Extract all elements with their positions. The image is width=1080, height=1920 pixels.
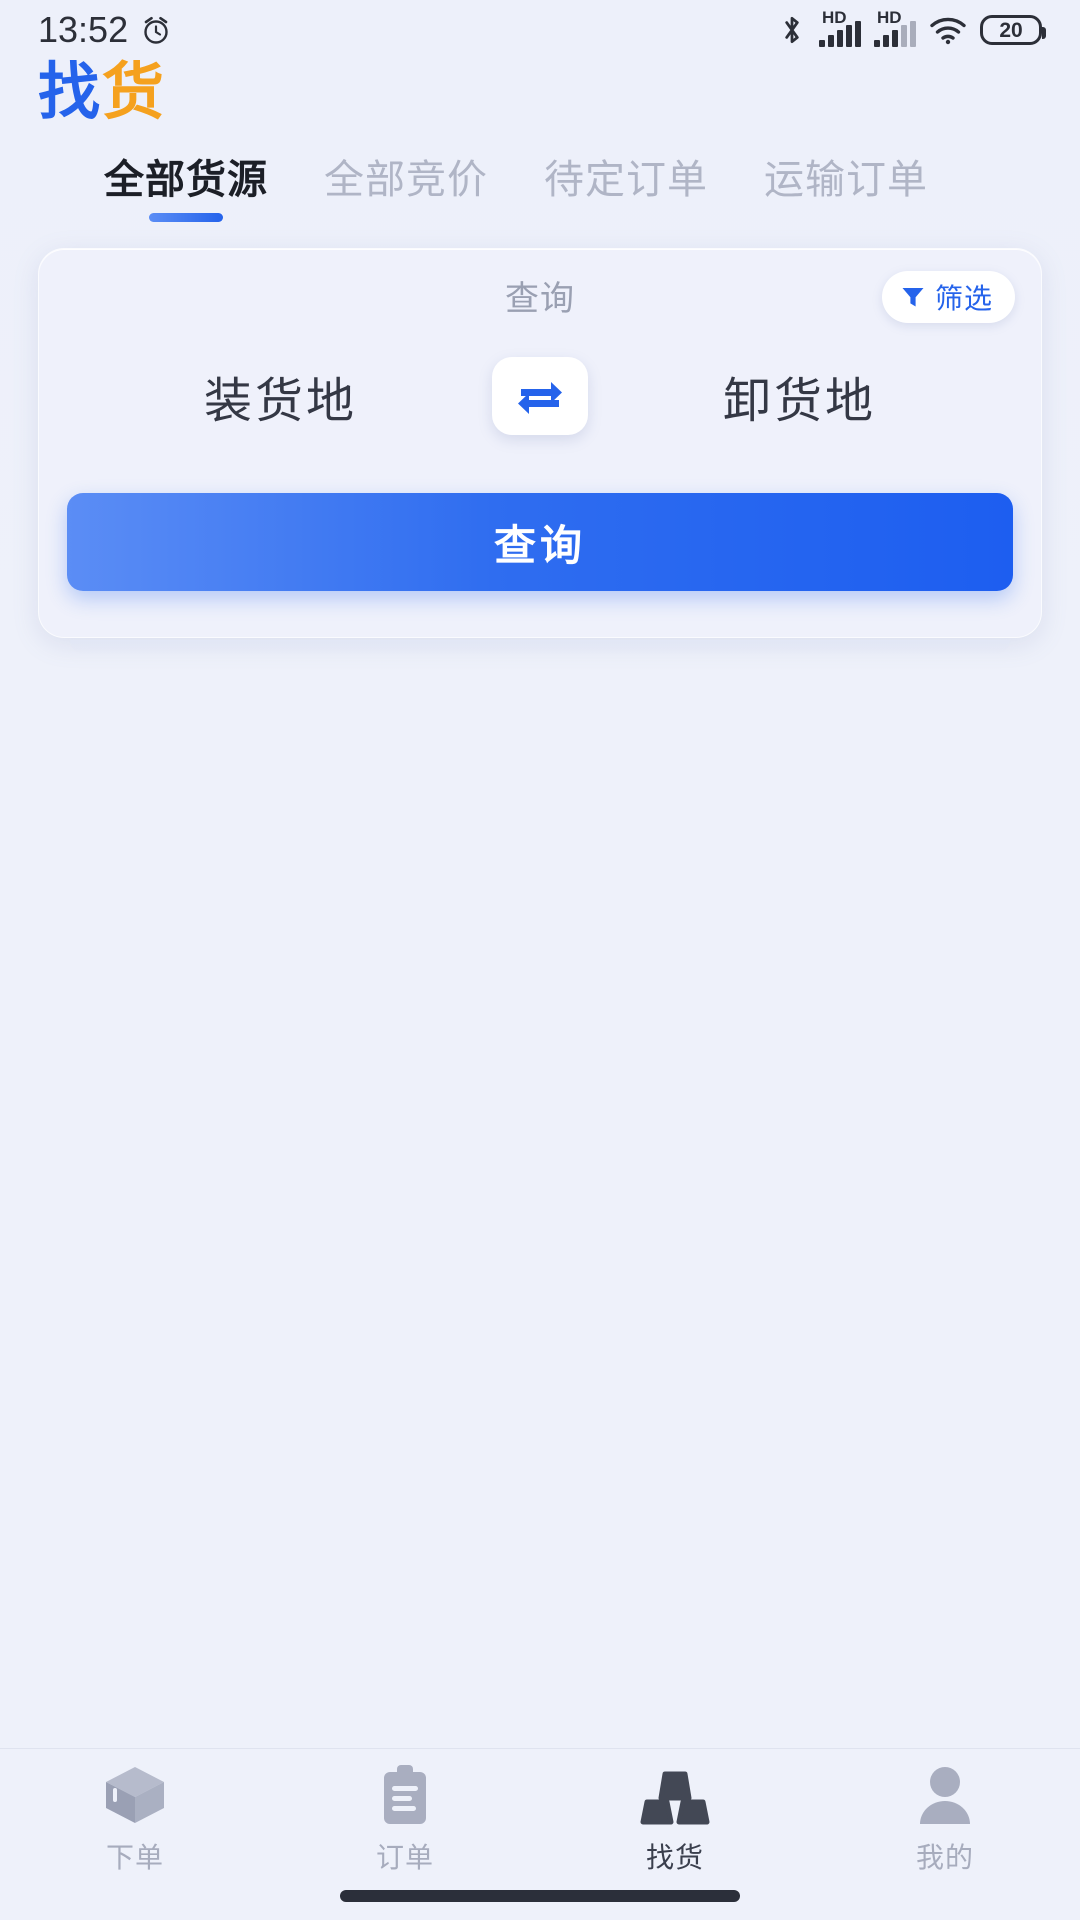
tab-all-bids[interactable]: 全部竞价 <box>316 160 496 200</box>
box-3d-icon <box>102 1764 168 1826</box>
search-card-title: 查询 <box>505 279 575 318</box>
tab-label: 全部竞价 <box>324 158 488 202</box>
tab-label: 待定订单 <box>544 158 708 202</box>
hd-label-sim2: HD <box>877 8 902 27</box>
battery-level-label: 20 <box>999 18 1023 42</box>
search-submit-button[interactable]: 查询 <box>67 493 1013 591</box>
signal-sim1: HD <box>819 9 861 47</box>
signal-sim2: HD <box>874 9 916 47</box>
bottom-nav-row: 下单 订单 找货 我的 <box>0 1749 1080 1881</box>
tab-transport-orders[interactable]: 运输订单 <box>756 160 936 200</box>
person-icon <box>915 1764 975 1826</box>
route-row: 装货地 卸货地 <box>39 341 1041 451</box>
tab-all-goods[interactable]: 全部货源 <box>96 158 276 222</box>
nav-item-profile[interactable]: 我的 <box>810 1749 1080 1881</box>
nav-item-label: 下单 <box>105 1842 164 1873</box>
nav-item-label: 我的 <box>915 1842 974 1873</box>
swap-arrows-icon <box>518 382 562 414</box>
alarm-clock-icon <box>144 16 168 44</box>
bottom-nav-bar: 下单 订单 找货 我的 <box>0 1748 1080 1920</box>
hd-label-sim1: HD <box>822 8 847 27</box>
search-card: 查询 筛选 装货地 卸货地 查询 <box>38 248 1042 638</box>
status-bar-left: 13:52 <box>38 9 172 51</box>
search-submit-label: 查询 <box>493 521 586 569</box>
cargo-stack-icon <box>637 1764 713 1826</box>
battery-icon: 20 <box>980 15 1046 45</box>
status-bar-right: HD HD 20 <box>778 9 1046 47</box>
filter-button-label: 筛选 <box>934 283 993 314</box>
app-logo-main: 找 <box>38 58 103 127</box>
home-indicator[interactable] <box>340 1890 740 1902</box>
search-card-header: 查询 筛选 <box>39 249 1041 341</box>
destination-input[interactable]: 卸货地 <box>588 361 1011 431</box>
swap-button[interactable] <box>492 357 588 435</box>
tab-active-indicator <box>149 213 223 222</box>
origin-input[interactable]: 装货地 <box>69 361 492 431</box>
nav-item-place-order[interactable]: 下单 <box>0 1749 270 1881</box>
tab-pending-orders[interactable]: 待定订单 <box>536 160 716 200</box>
bluetooth-icon <box>785 16 799 44</box>
tab-label: 运输订单 <box>764 158 928 202</box>
nav-item-label: 找货 <box>645 1842 704 1873</box>
tab-label: 全部货源 <box>104 158 268 202</box>
nav-item-orders[interactable]: 订单 <box>270 1749 540 1881</box>
app-screen: 13:52 HD HD 20 找货 全部货源 全部竞价 待定订单 运输订单 查询… <box>0 0 1080 1920</box>
wifi-icon <box>930 17 966 45</box>
top-tab-bar: 全部货源 全部竞价 待定订单 运输订单 <box>0 160 1080 240</box>
clipboard-icon <box>376 1764 434 1826</box>
status-bar: 13:52 HD HD 20 <box>0 0 1080 60</box>
nav-item-label: 订单 <box>375 1842 434 1873</box>
nav-item-find-goods[interactable]: 找货 <box>540 1749 810 1881</box>
app-logo: 找货 <box>38 60 166 125</box>
filter-button[interactable]: 筛选 <box>881 271 1015 323</box>
app-logo-accent: 货 <box>102 58 167 127</box>
card-shadow-layer <box>70 640 1010 654</box>
funnel-icon <box>902 288 924 307</box>
status-bar-clock: 13:52 <box>38 9 129 50</box>
